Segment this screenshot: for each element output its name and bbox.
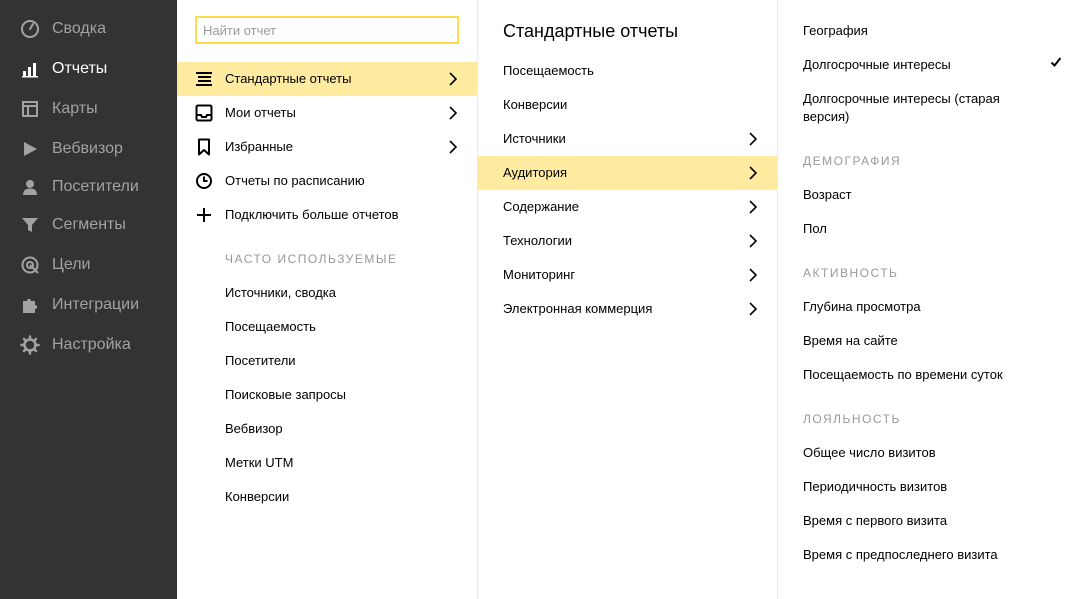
audience-item[interactable]: Пол <box>803 220 827 238</box>
menu-item-label: Избранные <box>225 139 293 154</box>
report-item-content[interactable]: Содержание <box>478 190 777 224</box>
menu-item-connect-more-reports[interactable]: Подключить больше отчетов <box>177 198 477 232</box>
audience-item[interactable]: Время на сайте <box>803 332 898 350</box>
target-icon <box>20 255 40 275</box>
report-item-conversions[interactable]: Конверсии <box>478 88 777 122</box>
sidebar-item-reports[interactable]: Отчеты <box>0 50 177 88</box>
chevron-right-icon <box>747 131 759 147</box>
sidebar-item-label: Посетители <box>52 178 139 195</box>
audience-item[interactable]: Возраст <box>803 186 852 204</box>
audience-item[interactable]: Глубина просмотра <box>803 298 921 316</box>
report-item-label: Технологии <box>503 233 573 248</box>
clock-icon <box>195 172 213 190</box>
inbox-icon <box>195 104 213 122</box>
audience-item[interactable]: Время с первого визита <box>803 512 947 530</box>
sidebar-item-label: Отчеты <box>52 60 108 77</box>
report-item-label: Мониторинг <box>503 267 576 282</box>
chevron-right-icon <box>447 71 459 87</box>
report-item-audience[interactable]: Аудитория <box>478 156 777 190</box>
chevron-right-icon <box>747 301 759 317</box>
audience-item-geography[interactable]: География <box>803 22 868 40</box>
section-heading-demography: ДЕМОГРАФИЯ <box>803 154 902 168</box>
report-item-label: Конверсии <box>503 97 568 112</box>
section-heading-activity: АКТИВНОСТЬ <box>803 266 899 280</box>
bookmark-icon <box>195 138 213 156</box>
sidebar-item-goals[interactable]: Цели <box>0 246 177 284</box>
report-item-label: Источники <box>503 131 566 146</box>
sidebar-item-label: Сегменты <box>52 216 126 233</box>
sidebar-item-segments[interactable]: Сегменты <box>0 206 177 244</box>
sidebar-item-summary[interactable]: Сводка <box>0 10 177 48</box>
sidebar-item-label: Настройка <box>52 336 131 353</box>
dashboard-icon <box>20 19 40 39</box>
section-heading-loyalty: ЛОЯЛЬНОСТЬ <box>803 412 901 426</box>
sidebar-item-maps[interactable]: Карты <box>0 90 177 128</box>
puzzle-icon <box>20 295 40 315</box>
bar-chart-icon <box>20 59 40 79</box>
menu-item-label: Подключить больше отчетов <box>225 207 399 222</box>
chevron-right-icon <box>747 165 759 181</box>
frequent-heading: ЧАСТО ИСПОЛЬЗУЕМЫЕ <box>225 252 398 266</box>
report-item-monitoring[interactable]: Мониторинг <box>478 258 777 292</box>
frequent-item[interactable]: Вебвизор <box>225 420 283 438</box>
chevron-right-icon <box>747 199 759 215</box>
frequent-item[interactable]: Посещаемость <box>225 318 316 336</box>
report-item-label: Аудитория <box>503 165 568 180</box>
frequent-item[interactable]: Метки UTM <box>225 454 293 472</box>
report-item-traffic[interactable]: Посещаемость <box>478 54 777 88</box>
report-item-label: Посещаемость <box>503 63 594 78</box>
menu-item-scheduled-reports[interactable]: Отчеты по расписанию <box>177 164 477 198</box>
report-item-label: Содержание <box>503 199 579 214</box>
sidebar: Сводка Отчеты Карты Вебвизор Посетители … <box>0 0 177 599</box>
menu-item-standard-reports[interactable]: Стандартные отчеты <box>177 62 477 96</box>
audience-item[interactable]: Время с предпоследнего визита <box>803 546 998 564</box>
standard-reports-column: Стандартные отчеты Посещаемость Конверси… <box>478 0 778 599</box>
frequent-item[interactable]: Конверсии <box>225 488 289 506</box>
column-title: Стандартные отчеты <box>503 21 679 41</box>
audience-reports-column: География Долгосрочные интересы Долгосро… <box>778 0 1076 599</box>
checkmark-icon <box>1050 56 1062 68</box>
menu-item-favorites[interactable]: Избранные <box>177 130 477 164</box>
audience-item-long-term-interests-old[interactable]: Долгосрочные интересы (старая версия) <box>803 90 1028 126</box>
report-item-ecommerce[interactable]: Электронная коммерция <box>478 292 777 326</box>
chevron-right-icon <box>747 267 759 283</box>
search-input[interactable] <box>195 16 459 44</box>
reports-menu-column: Стандартные отчеты Мои отчеты Избранные … <box>177 0 478 599</box>
play-icon <box>20 139 40 159</box>
sidebar-item-label: Цели <box>52 256 91 273</box>
chevron-right-icon <box>447 139 459 155</box>
audience-item-long-term-interests[interactable]: Долгосрочные интересы <box>803 56 951 74</box>
report-item-label: Электронная коммерция <box>503 301 653 316</box>
filter-icon <box>20 215 40 235</box>
menu-item-label: Отчеты по расписанию <box>225 173 365 188</box>
sidebar-item-settings[interactable]: Настройка <box>0 326 177 364</box>
audience-item[interactable]: Общее число визитов <box>803 444 936 462</box>
report-item-sources[interactable]: Источники <box>478 122 777 156</box>
audience-item[interactable]: Периодичность визитов <box>803 478 947 496</box>
frequent-item[interactable]: Источники, сводка <box>225 284 336 302</box>
list-icon <box>195 70 213 88</box>
sidebar-item-label: Карты <box>52 100 98 117</box>
chevron-right-icon <box>447 105 459 121</box>
audience-item[interactable]: Посещаемость по времени суток <box>803 366 1003 384</box>
frequent-item[interactable]: Посетители <box>225 352 296 370</box>
gear-icon <box>20 335 40 355</box>
user-icon <box>20 177 40 197</box>
sidebar-item-label: Сводка <box>52 20 107 37</box>
sidebar-item-integrations[interactable]: Интеграции <box>0 286 177 324</box>
menu-item-my-reports[interactable]: Мои отчеты <box>177 96 477 130</box>
sidebar-item-visitors[interactable]: Посетители <box>0 168 177 206</box>
sidebar-item-label: Вебвизор <box>52 140 123 157</box>
sidebar-item-label: Интеграции <box>52 296 140 313</box>
report-item-technologies[interactable]: Технологии <box>478 224 777 258</box>
map-layout-icon <box>20 99 40 119</box>
plus-icon <box>195 206 213 224</box>
menu-item-label: Стандартные отчеты <box>225 71 352 86</box>
frequent-item[interactable]: Поисковые запросы <box>225 386 346 404</box>
chevron-right-icon <box>747 233 759 249</box>
sidebar-item-webvisor[interactable]: Вебвизор <box>0 130 177 168</box>
menu-item-label: Мои отчеты <box>225 105 296 120</box>
